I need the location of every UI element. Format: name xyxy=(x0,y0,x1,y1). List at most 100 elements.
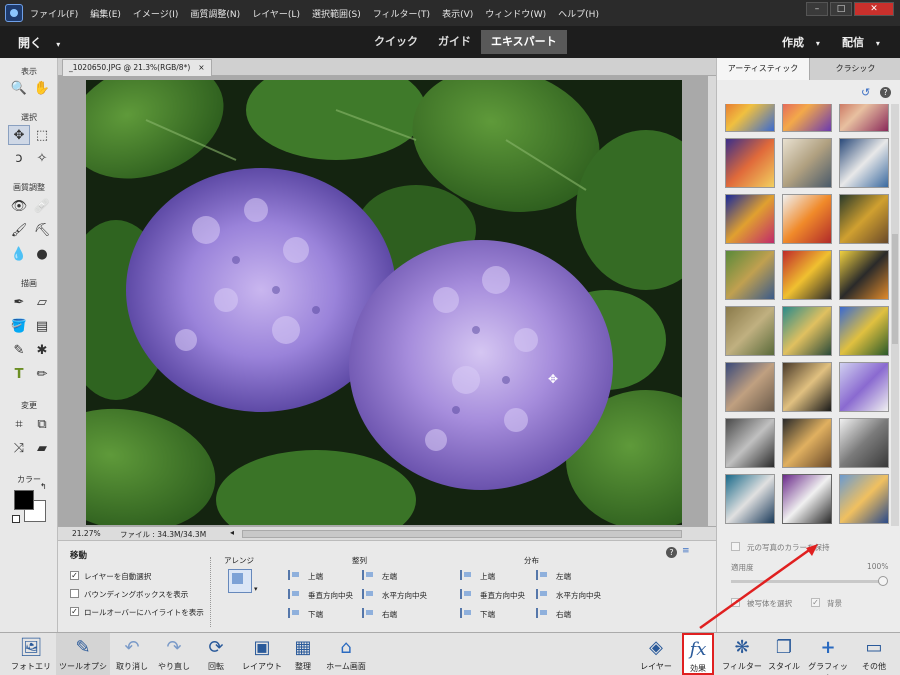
effect-thumb-5[interactable] xyxy=(782,138,832,188)
swap-colors-icon[interactable]: ↰ xyxy=(40,482,47,491)
align-top-label[interactable]: 上端 xyxy=(308,571,323,582)
effect-thumb-18[interactable] xyxy=(839,362,889,412)
tab-classic[interactable]: クラシック xyxy=(809,58,900,80)
menu-layer[interactable]: レイヤー(L) xyxy=(252,7,300,20)
smart-brush-icon[interactable]: 🖌 xyxy=(8,220,30,240)
effect-thumb-3[interactable] xyxy=(839,104,889,132)
effect-thumb-4[interactable] xyxy=(725,138,775,188)
chevron-down-icon[interactable]: ▾ xyxy=(254,585,258,593)
align-hcenter-icon[interactable] xyxy=(362,589,374,599)
canvas-horizontal-scrollbar[interactable] xyxy=(242,530,682,538)
styles-button[interactable]: ❐ スタイル xyxy=(766,633,802,675)
effect-thumb-6[interactable] xyxy=(839,138,889,188)
align-top-icon[interactable] xyxy=(288,570,300,580)
effect-thumb-19[interactable] xyxy=(725,418,775,468)
status-menu-arrow-icon[interactable]: ◂ xyxy=(230,528,234,537)
eyedropper-tool-icon[interactable]: ✎ xyxy=(8,340,30,360)
eraser-tool-icon[interactable]: ▱ xyxy=(31,292,53,312)
effect-thumb-1[interactable] xyxy=(725,104,775,132)
canvas-vertical-scrollbar[interactable] xyxy=(708,76,716,526)
distribute-right-label[interactable]: 右端 xyxy=(556,609,571,620)
effect-thumb-9[interactable] xyxy=(839,194,889,244)
menu-view[interactable]: 表示(V) xyxy=(442,7,473,20)
close-button[interactable]: ✕ xyxy=(854,2,894,16)
distribute-right-icon[interactable] xyxy=(536,608,548,618)
sponge-tool-icon[interactable]: ● xyxy=(31,244,53,264)
distribute-hcenter-label[interactable]: 水平方向中央 xyxy=(556,590,601,601)
help-icon[interactable]: ? xyxy=(880,87,891,98)
align-right-label[interactable]: 右端 xyxy=(382,609,397,620)
effect-thumb-11[interactable] xyxy=(782,250,832,300)
distribute-top-icon[interactable] xyxy=(460,570,472,580)
gradient-tool-icon[interactable]: ▤ xyxy=(31,316,53,336)
tab-expert[interactable]: エキスパート xyxy=(481,30,567,54)
zoom-tool-icon[interactable]: 🔍 xyxy=(8,78,30,98)
distribute-bottom-icon[interactable] xyxy=(460,608,472,618)
menu-image[interactable]: イメージ(I) xyxy=(133,7,179,20)
effect-thumb-13[interactable] xyxy=(725,306,775,356)
document-tab[interactable]: _1020650.JPG @ 21.3%(RGB/8*) × xyxy=(62,59,212,76)
close-icon[interactable]: × xyxy=(198,60,204,76)
distribute-bottom-label[interactable]: 下端 xyxy=(480,609,495,620)
filters-button[interactable]: ❋ フィルター xyxy=(722,633,762,675)
layout-button[interactable]: ▣ レイアウト xyxy=(240,633,284,675)
menu-select[interactable]: 選択範囲(S) xyxy=(312,7,361,20)
effects-scrollbar[interactable] xyxy=(891,104,899,526)
maximize-button[interactable]: □ xyxy=(830,2,852,16)
effect-thumb-7[interactable] xyxy=(725,194,775,244)
default-colors-icon[interactable] xyxy=(12,515,20,523)
menu-window[interactable]: ウィンドウ(W) xyxy=(485,7,546,20)
redo-button[interactable]: ↷ やり直し xyxy=(154,633,194,675)
effect-thumb-12[interactable] xyxy=(839,250,889,300)
align-bottom-icon[interactable] xyxy=(288,608,300,618)
distribute-vcenter-icon[interactable] xyxy=(460,589,472,599)
type-tool-icon[interactable]: T xyxy=(8,364,30,384)
distribute-left-label[interactable]: 左端 xyxy=(556,571,571,582)
auto-select-layer-checkbox[interactable]: ✓ xyxy=(70,571,79,580)
align-hcenter-label[interactable]: 水平方向中央 xyxy=(382,590,427,601)
eye-tool-icon[interactable]: 👁 xyxy=(8,196,30,216)
pencil-tool-icon[interactable]: ✏ xyxy=(31,364,53,384)
photo-hydrangea[interactable]: ✥ xyxy=(86,80,682,525)
reset-icon[interactable]: ↺ xyxy=(861,86,870,99)
menu-help[interactable]: ヘルプ(H) xyxy=(558,7,599,20)
effects-scrollbar-thumb[interactable] xyxy=(892,234,898,344)
background-checkbox[interactable]: ✓ xyxy=(811,598,820,607)
keep-original-color-checkbox[interactable] xyxy=(731,542,740,551)
hand-tool-icon[interactable]: ✋ xyxy=(31,78,53,98)
spot-healing-brush-icon[interactable]: 🩹 xyxy=(31,196,53,216)
custom-shape-tool-icon[interactable]: ✱ xyxy=(31,340,53,360)
effect-thumb-21[interactable] xyxy=(839,418,889,468)
effects-button[interactable]: fx 効果 xyxy=(682,633,714,675)
layers-button[interactable]: ◈ レイヤー xyxy=(636,633,676,675)
align-bottom-label[interactable]: 下端 xyxy=(308,609,323,620)
menu-file[interactable]: ファイル(F) xyxy=(30,7,78,20)
move-tool-icon[interactable]: ✥ xyxy=(8,125,30,145)
effect-thumb-10[interactable] xyxy=(725,250,775,300)
effect-thumb-2[interactable] xyxy=(782,104,832,132)
select-subject-checkbox[interactable]: ✓ xyxy=(731,598,740,607)
brush-tool-icon[interactable]: ✒ xyxy=(8,292,30,312)
content-aware-move-icon[interactable]: ⤨ xyxy=(8,438,30,458)
distribute-hcenter-icon[interactable] xyxy=(536,589,548,599)
crop-tool-icon[interactable]: ⌗ xyxy=(8,414,30,434)
tab-quick[interactable]: クイック xyxy=(364,30,428,54)
marquee-tool-icon[interactable]: ⬚ xyxy=(31,125,53,145)
lasso-tool-icon[interactable]: ↄ xyxy=(8,148,30,168)
align-vcenter-label[interactable]: 垂直方向中央 xyxy=(308,590,353,601)
share-button[interactable]: 配信 ▾ xyxy=(842,34,880,50)
straighten-tool-icon[interactable]: ▰ xyxy=(31,438,53,458)
show-bounding-box-checkbox[interactable] xyxy=(70,589,79,598)
open-button[interactable]: 開く ▾ xyxy=(18,34,60,51)
distribute-top-label[interactable]: 上端 xyxy=(480,571,495,582)
align-left-label[interactable]: 左端 xyxy=(382,571,397,582)
effect-thumb-20[interactable] xyxy=(782,418,832,468)
more-button[interactable]: ▭ その他 xyxy=(854,633,894,675)
effect-thumb-24[interactable] xyxy=(839,474,889,524)
tab-guided[interactable]: ガイド xyxy=(428,30,481,54)
blur-tool-icon[interactable]: 💧 xyxy=(8,244,30,264)
menu-enhance[interactable]: 画質調整(N) xyxy=(190,7,240,20)
distribute-vcenter-label[interactable]: 垂直方向中央 xyxy=(480,590,525,601)
minimize-button[interactable]: – xyxy=(806,2,828,16)
amount-slider-handle[interactable] xyxy=(878,576,888,586)
